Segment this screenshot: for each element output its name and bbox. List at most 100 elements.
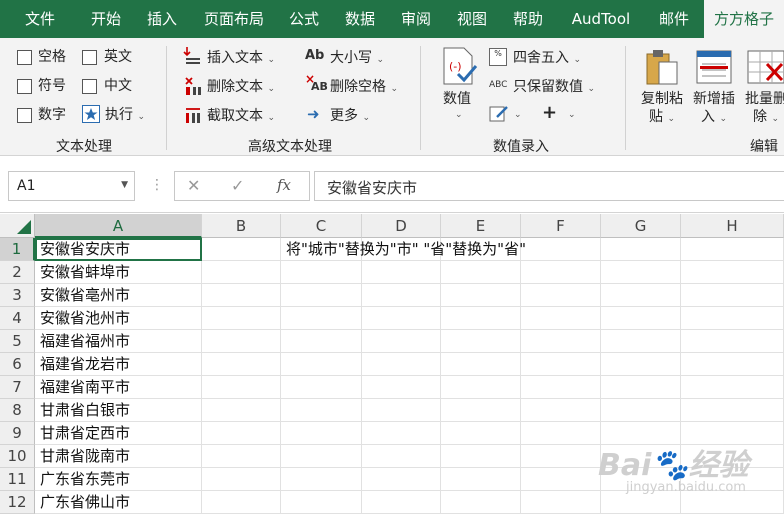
chinese-checkbox[interactable] <box>82 79 97 94</box>
insert-function-icon[interactable]: fx <box>277 176 291 194</box>
tab-help[interactable]: 帮助 <box>504 0 552 38</box>
tab-home[interactable]: 开始 <box>78 0 134 38</box>
cell-a3[interactable]: 安徽省亳州市 <box>35 284 130 307</box>
cell-a5[interactable]: 福建省福州市 <box>35 330 130 353</box>
add-insert-button[interactable]: 新增插入 ⌄ <box>691 90 737 128</box>
copy-paste-button[interactable]: 复制粘贴 ⌄ <box>639 90 685 128</box>
case-button[interactable]: 大小写 ⌄ <box>330 49 384 69</box>
group-divider <box>166 46 167 150</box>
round-button[interactable]: 四舍五入 ⌄ <box>513 49 581 69</box>
column-header-h[interactable]: H <box>681 214 784 238</box>
execute-button[interactable]: 执行 ⌄ <box>105 106 145 126</box>
chevron-down-icon: ⌄ <box>390 84 398 94</box>
formula-bar: A1 ▼ ⋮ ✕ ✓ fx 安徽省安庆市 <box>0 157 784 213</box>
symbol-checkbox[interactable] <box>17 79 32 94</box>
execute-icon[interactable] <box>82 105 100 123</box>
cell-a10[interactable]: 甘肃省陇南市 <box>35 445 130 468</box>
number-checkbox[interactable] <box>17 108 32 123</box>
row-header-9[interactable]: 9 <box>0 422 35 445</box>
tab-review[interactable]: 审阅 <box>392 0 440 38</box>
column-header-g[interactable]: G <box>601 214 681 238</box>
chevron-down-icon: ⌄ <box>771 114 779 124</box>
cell-a6[interactable]: 福建省龙岩市 <box>35 353 130 376</box>
cell-a11[interactable]: 广东省东莞市 <box>35 468 130 491</box>
cancel-icon[interactable]: ✕ <box>187 176 200 195</box>
tab-view[interactable]: 视图 <box>448 0 496 38</box>
tab-audtool[interactable]: AudTool <box>560 0 642 38</box>
value-button[interactable]: 数值 <box>443 90 471 108</box>
chinese-label: 中文 <box>104 78 132 94</box>
chevron-down-icon: ⌄ <box>667 114 675 124</box>
watermark-url: jingyan.baidu.com <box>626 480 746 495</box>
row-header-6[interactable]: 6 <box>0 353 35 376</box>
cell-a7[interactable]: 福建省南平市 <box>35 376 130 399</box>
gridline <box>35 306 784 307</box>
delete-text-icon <box>183 76 203 100</box>
batch-delete-label-2: 除 <box>753 109 767 125</box>
edit-group-label: 编辑 <box>750 139 778 155</box>
column-header-a[interactable]: A <box>35 214 202 238</box>
chevron-down-icon: ⌄ <box>376 55 384 65</box>
watermark-brand: Bai🐾经验 <box>598 440 749 484</box>
tab-formulas[interactable]: 公式 <box>280 0 328 38</box>
row-header-11[interactable]: 11 <box>0 468 35 491</box>
plus-button[interactable]: + <box>542 104 557 122</box>
cell-a4[interactable]: 安徽省池州市 <box>35 307 130 330</box>
tab-fangfanggezi[interactable]: 方方格子 <box>704 0 784 38</box>
cell-c1[interactable]: 将"城市"替换为"市" "省"替换为"省" <box>281 238 526 261</box>
chevron-down-icon[interactable]: ▼ <box>121 180 128 190</box>
cell-a12[interactable]: 广东省佛山市 <box>35 491 130 514</box>
column-header-b[interactable]: B <box>202 214 281 238</box>
space-checkbox[interactable] <box>17 50 32 65</box>
delete-space-label: 删除空格 <box>330 79 386 95</box>
extract-text-icon <box>183 105 203 129</box>
edit-icon[interactable] <box>489 105 509 123</box>
tab-mail[interactable]: 邮件 <box>648 0 700 38</box>
more-button[interactable]: 更多 ⌄ <box>330 107 370 127</box>
formula-input[interactable]: 安徽省安庆市 <box>314 171 784 201</box>
row-header-2[interactable]: 2 <box>0 261 35 284</box>
insert-text-button[interactable]: 插入文本 ⌄ <box>207 49 275 69</box>
tab-file[interactable]: 文件 <box>10 0 70 38</box>
drag-handle-icon[interactable]: ⋮ <box>150 177 164 193</box>
batch-delete-button[interactable]: 批量删除 ⌄ <box>743 90 784 128</box>
extract-text-button[interactable]: 截取文本 ⌄ <box>207 107 275 127</box>
keep-value-button[interactable]: 只保留数值 ⌄ <box>513 78 595 98</box>
cell-a8[interactable]: 甘肃省白银市 <box>35 399 130 422</box>
space-label: 空格 <box>38 49 66 65</box>
cell-a2[interactable]: 安徽省蚌埠市 <box>35 261 130 284</box>
row-header-7[interactable]: 7 <box>0 376 35 399</box>
column-header-e[interactable]: E <box>441 214 521 238</box>
row-header-3[interactable]: 3 <box>0 284 35 307</box>
add-insert-label-2: 入 <box>701 109 715 125</box>
num-group-label: 数值录入 <box>493 139 549 155</box>
delete-space-button[interactable]: 删除空格 ⌄ <box>330 78 398 98</box>
gridline <box>361 238 362 514</box>
tab-insert[interactable]: 插入 <box>136 0 188 38</box>
english-checkbox[interactable] <box>82 50 97 65</box>
tab-data[interactable]: 数据 <box>336 0 384 38</box>
row-header-1[interactable]: 1 <box>0 238 35 261</box>
cell-a9[interactable]: 甘肃省定西市 <box>35 422 130 445</box>
ribbon-tab-bar: 文件 开始 插入 页面布局 公式 数据 审阅 视图 帮助 AudTool 邮件 … <box>0 0 784 38</box>
clipboard-icon <box>645 48 679 90</box>
row-header-10[interactable]: 10 <box>0 445 35 468</box>
watermark-brand2-text: 经验 <box>688 448 749 483</box>
column-header-f[interactable]: F <box>521 214 601 238</box>
insert-text-label: 插入文本 <box>207 50 263 66</box>
select-all-corner[interactable] <box>0 214 35 238</box>
row-header-12[interactable]: 12 <box>0 491 35 514</box>
column-header-c[interactable]: C <box>281 214 362 238</box>
chevron-down-icon: ⌄ <box>267 55 275 65</box>
tab-page-layout[interactable]: 页面布局 <box>196 0 272 38</box>
row-header-8[interactable]: 8 <box>0 399 35 422</box>
round-label: 四舍五入 <box>513 50 569 66</box>
row-header-4[interactable]: 4 <box>0 307 35 330</box>
column-header-d[interactable]: D <box>362 214 441 238</box>
name-box[interactable]: A1 ▼ <box>8 171 135 201</box>
enter-icon[interactable]: ✓ <box>231 176 244 195</box>
add-insert-icon <box>696 50 732 88</box>
watermark-brand-text: Bai <box>598 448 652 483</box>
row-header-5[interactable]: 5 <box>0 330 35 353</box>
delete-text-button[interactable]: 删除文本 ⌄ <box>207 78 275 98</box>
